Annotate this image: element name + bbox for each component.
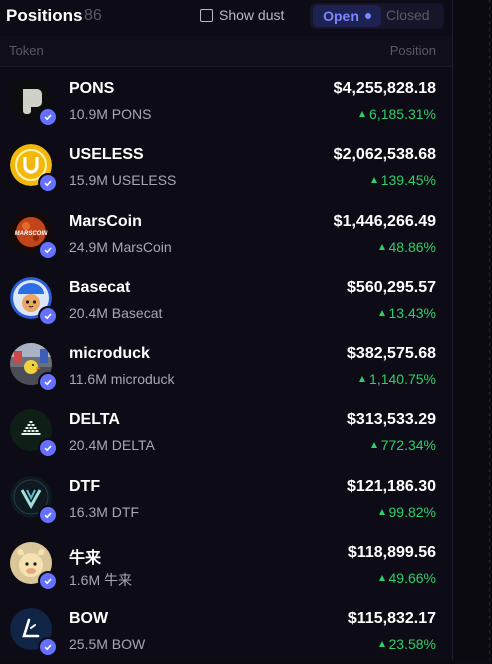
show-dust-label: Show dust [219, 7, 285, 23]
position-change: 13.43% [378, 304, 436, 321]
token-name: USELESS [69, 146, 144, 164]
change-percent: 49.66% [388, 570, 436, 587]
token-name: PONS [69, 80, 115, 97]
side-gutter [453, 0, 492, 660]
position-row[interactable]: MARSCOIN MarsCoin 24.9M MarsCoin $1,446,… [0, 200, 452, 266]
position-change: 772.34% [370, 437, 436, 454]
change-percent: 6,185.31% [369, 106, 436, 122]
token-amount: 1.6M 牛来 [69, 572, 133, 589]
column-header-position[interactable]: Position [390, 43, 436, 58]
token-name: 牛来 [69, 550, 102, 568]
page-title: Positions [6, 6, 83, 25]
position-row[interactable]: 牛来 1.6M 牛来 $118,899.56 49.66% [0, 531, 452, 597]
position-row[interactable]: BOW 25.5M BOW $115,832.17 23.58% [0, 597, 452, 663]
verified-badge-icon [38, 571, 58, 592]
token-amount: 20.4M Basecat [69, 304, 163, 321]
up-arrow-icon [359, 111, 366, 117]
position-row[interactable]: PONS 10.9M PONS $4,255,828.18 6,185.31% [0, 67, 452, 133]
tab-open-label: Open [323, 8, 359, 24]
verified-badge-icon [38, 637, 58, 658]
up-arrow-icon [378, 508, 385, 515]
position-value: $2,062,538.68 [333, 146, 436, 164]
token-name: DELTA [69, 411, 120, 429]
positions-header: Positions 86 Show dust Open Closed [0, 0, 452, 32]
position-change: 49.66% [378, 570, 436, 587]
position-value: $560,295.57 [347, 278, 436, 296]
up-arrow-icon [359, 376, 366, 383]
positions-panel: Positions 86 Show dust Open Closed Token… [0, 0, 453, 660]
position-change: 99.82% [378, 503, 436, 520]
position-value: $4,255,828.18 [333, 80, 436, 97]
token-amount: 24.9M MarsCoin [69, 238, 172, 255]
position-value: $115,832.17 [347, 610, 436, 628]
tab-closed[interactable]: Closed [386, 7, 430, 23]
open-closed-switch: Open Closed [310, 3, 444, 29]
verified-badge-icon [38, 107, 58, 127]
position-change: 48.86% [378, 238, 436, 255]
change-percent: 23.58% [388, 636, 436, 653]
position-row[interactable]: Basecat 20.4M Basecat $560,295.57 13.43% [0, 266, 452, 332]
positions-count: 86 [84, 7, 102, 24]
token-amount: 20.4M DELTA [69, 437, 155, 454]
position-change: 23.58% [378, 636, 436, 653]
change-percent: 1,140.75% [369, 371, 436, 388]
token-name: microduck [69, 345, 150, 363]
verified-badge-icon [38, 305, 58, 326]
token-name: MarsCoin [69, 212, 142, 230]
token-name: Basecat [69, 278, 131, 296]
column-headers: Token Position [0, 36, 452, 67]
verified-badge-icon [38, 173, 58, 194]
token-name: BOW [69, 610, 109, 628]
verified-badge-icon [38, 239, 58, 260]
active-dot-icon [364, 13, 371, 19]
marscoin-logo-text: MARSCOIN [15, 231, 48, 237]
verified-badge-icon [38, 504, 58, 525]
up-arrow-icon [378, 309, 385, 316]
position-value: $118,899.56 [347, 544, 436, 562]
up-arrow-icon [378, 641, 385, 648]
tab-open[interactable]: Open [313, 5, 381, 27]
verified-badge-icon [38, 438, 58, 459]
up-arrow-icon [370, 177, 377, 184]
up-arrow-icon [370, 442, 377, 449]
position-value: $313,533.29 [347, 411, 436, 429]
change-percent: 99.82% [388, 503, 436, 520]
token-amount: 25.5M BOW [69, 636, 146, 653]
token-name: DTF [69, 477, 101, 495]
position-change: 1,140.75% [359, 371, 436, 387]
change-percent: 772.34% [380, 437, 436, 454]
change-percent: 139.45% [380, 172, 436, 189]
position-value: $382,575.68 [347, 345, 436, 363]
token-amount: 15.9M USELESS [69, 172, 177, 189]
position-value: $1,446,266.49 [333, 212, 436, 230]
column-header-token[interactable]: Token [9, 43, 44, 58]
position-row[interactable]: USELESS 15.9M USELESS $2,062,538.68 139.… [0, 133, 452, 199]
verified-badge-icon [38, 372, 58, 393]
position-change: 6,185.31% [359, 106, 436, 122]
up-arrow-icon [378, 575, 385, 582]
gutter-divider [489, 0, 490, 660]
change-percent: 13.43% [388, 304, 436, 321]
show-dust-checkbox[interactable] [200, 8, 213, 22]
up-arrow-icon [378, 243, 385, 250]
position-row[interactable]: microduck 11.6M microduck $382,575.68 1,… [0, 332, 452, 398]
change-percent: 48.86% [388, 238, 436, 255]
show-dust-toggle[interactable]: Show dust [200, 7, 284, 23]
token-amount: 16.3M DTF [69, 503, 140, 520]
position-row[interactable]: DELTA 20.4M DELTA $313,533.29 772.34% [0, 398, 452, 464]
position-value: $121,186.30 [347, 477, 436, 495]
position-change: 139.45% [370, 172, 436, 189]
positions-list: PONS 10.9M PONS $4,255,828.18 6,185.31% … [0, 67, 452, 664]
token-amount: 10.9M PONS [69, 106, 152, 122]
token-amount: 11.6M microduck [69, 371, 175, 388]
position-row[interactable]: DTF 16.3M DTF $121,186.30 99.82% [0, 465, 452, 531]
